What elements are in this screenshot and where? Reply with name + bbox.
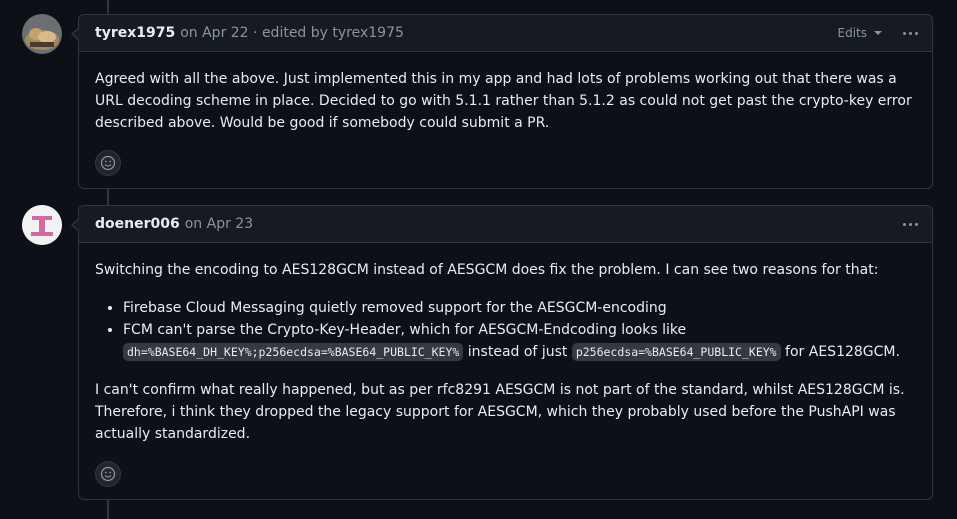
edits-dropdown[interactable]: Edits	[837, 26, 882, 40]
avatar[interactable]	[22, 205, 62, 245]
comment-body: Switching the encoding to AES128GCM inst…	[79, 243, 932, 445]
kebab-horizontal-icon[interactable]	[900, 214, 920, 234]
comment-author[interactable]: doener006	[95, 216, 180, 232]
comment: tyrex1975 on Apr 22 · edited by tyrex197…	[71, 14, 933, 189]
list-item-text: FCM can't parse the Crypto-Key-Header, w…	[123, 322, 687, 338]
comment-author[interactable]: tyrex1975	[95, 25, 175, 41]
bullet-list: Firebase Cloud Messaging quietly removed…	[95, 297, 916, 363]
inline-code: p256ecdsa=%BASE64_PUBLIC_KEY%	[571, 343, 781, 361]
avatar[interactable]	[22, 14, 62, 54]
smiley-icon	[100, 466, 116, 482]
add-reaction-button[interactable]	[95, 461, 121, 487]
comment-meta[interactable]: on Apr 23	[185, 216, 253, 232]
add-reaction-button[interactable]	[95, 150, 121, 176]
comment-text: Agreed with all the above. Just implemen…	[95, 71, 912, 131]
comment-header: tyrex1975 on Apr 22 · edited by tyrex197…	[79, 15, 932, 52]
list-item: Firebase Cloud Messaging quietly removed…	[123, 297, 916, 319]
comment: doener006 on Apr 23 Switching the encodi…	[71, 205, 933, 500]
caret-down-icon	[874, 31, 882, 35]
list-item: FCM can't parse the Crypto-Key-Header, w…	[123, 319, 916, 363]
comment-meta[interactable]: on Apr 22 · edited by tyrex1975	[180, 25, 404, 41]
comment-header: doener006 on Apr 23	[79, 206, 932, 243]
comment-body: Agreed with all the above. Just implemen…	[79, 52, 932, 134]
edits-label: Edits	[837, 26, 868, 40]
smiley-icon	[100, 155, 116, 171]
inline-code: dh=%BASE64_DH_KEY%;p256ecdsa=%BASE64_PUB…	[123, 343, 464, 361]
list-item-text: instead of just	[463, 344, 572, 360]
comment-text: Switching the encoding to AES128GCM inst…	[95, 262, 879, 278]
list-item-text: for AES128GCM.	[780, 344, 900, 360]
comment-text: I can't confirm what really happened, bu…	[95, 382, 905, 442]
kebab-horizontal-icon[interactable]	[900, 23, 920, 43]
